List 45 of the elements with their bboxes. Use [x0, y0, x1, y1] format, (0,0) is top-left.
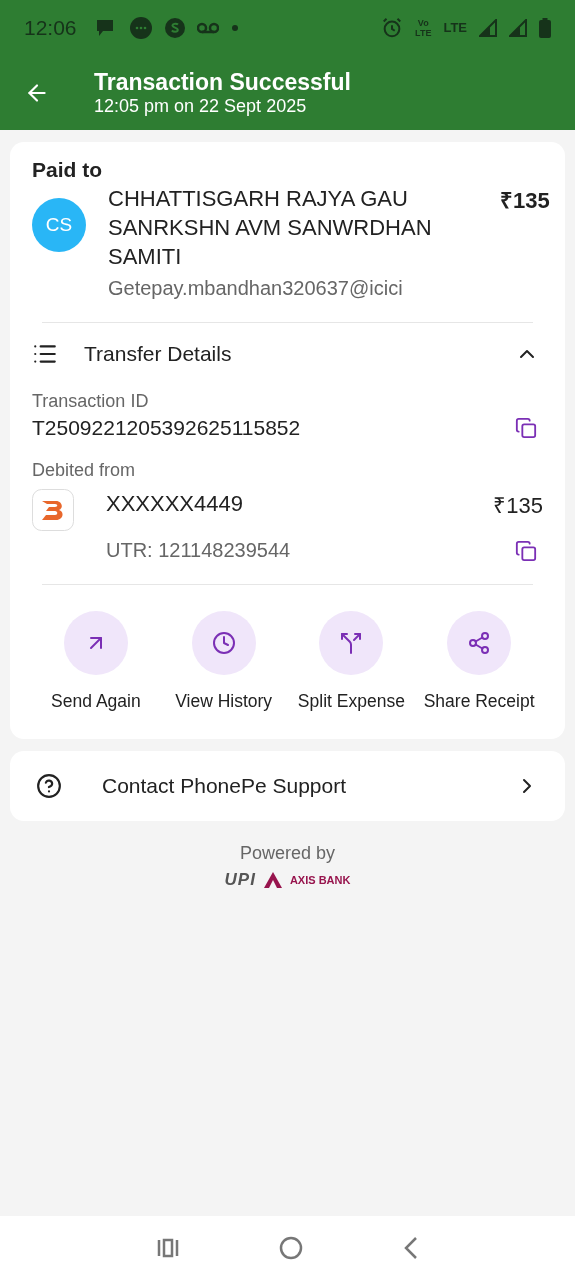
split-icon: [339, 631, 364, 655]
copy-icon[interactable]: [515, 539, 537, 562]
debit-amount: ₹135: [493, 492, 543, 519]
action-label: View History: [174, 690, 274, 713]
field-label: Debited from: [32, 460, 136, 480]
payee-avatar: CS: [32, 198, 86, 252]
action-label: Send Again: [50, 690, 142, 713]
utr-number: UTR: 121148239544: [106, 539, 291, 562]
signal-icon: [509, 18, 527, 37]
alarm-icon: [381, 16, 404, 39]
clock-icon: [211, 631, 236, 655]
transaction-id: T2509221205392625115852: [32, 416, 301, 440]
share-icon: [467, 631, 492, 655]
transaction-time: 12:05 pm on 22 Sept 2025: [94, 95, 308, 117]
bank-logo-text: AXIS BANK: [289, 874, 351, 886]
battery-icon: [539, 17, 551, 38]
bank-mark-icon: [263, 872, 282, 888]
back-nav-icon[interactable]: [402, 1236, 419, 1260]
section-title: Transfer Details: [84, 342, 232, 366]
powered-by-label: Powered by: [239, 843, 336, 864]
upi-logo: UPI: [224, 870, 256, 890]
volte-label: Vo LTE: [415, 17, 432, 38]
dot-icon: [230, 23, 239, 32]
page-title: Transaction Successful: [94, 68, 351, 96]
home-icon[interactable]: [278, 1236, 303, 1260]
paid-amount: ₹135: [500, 187, 550, 214]
status-time: 12:06: [24, 15, 77, 40]
paid-to-label: Paid to: [32, 158, 102, 181]
action-label: Share Receipt: [422, 690, 536, 713]
bank-logo: [32, 489, 74, 531]
signal-icon: [479, 18, 497, 37]
account-number: XXXXXX4449: [106, 491, 243, 517]
field-label: Transaction ID: [32, 391, 149, 411]
circle-s-icon: [164, 17, 185, 38]
payee-name: CHHATTISGARH RAJYA GAU SANRKSHN AVM SANWRDHAN SAMITI: [108, 185, 433, 271]
chat-icon: [128, 15, 153, 40]
support-label: Contact PhonePe Support: [102, 774, 346, 798]
recents-icon[interactable]: [156, 1238, 179, 1258]
copy-icon[interactable]: [515, 417, 537, 439]
network-label: LTE: [443, 20, 467, 35]
support-row[interactable]: Contact PhonePe Support: [10, 751, 565, 821]
help-icon: [36, 773, 62, 799]
action-label: Split Expense: [296, 690, 406, 713]
upi-id: Getepay.mbandhan320637@icici: [108, 277, 404, 300]
voicemail-icon: [196, 21, 219, 34]
